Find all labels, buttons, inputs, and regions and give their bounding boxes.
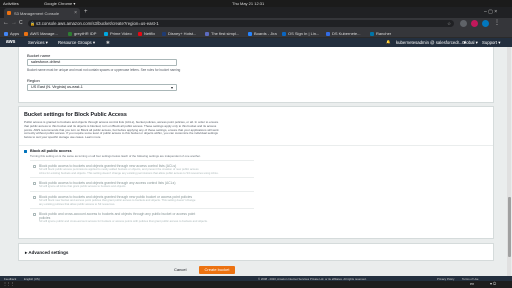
option-new-acls-checkbox[interactable] bbox=[33, 165, 36, 168]
bookmark-prime-video[interactable]: Prime Video bbox=[104, 30, 132, 37]
option-cross-account-checkbox[interactable] bbox=[33, 213, 36, 216]
option-new-policies-desc2: any existing policies that allow public … bbox=[39, 201, 116, 206]
address-bar[interactable]: 🔒 s3.console.aws.amazon.com/s3/bucket/cr… bbox=[28, 20, 454, 27]
bookmark-kubernetes[interactable]: DS Kubernete... bbox=[326, 30, 360, 37]
divider bbox=[30, 160, 254, 161]
bookmark-star-icon[interactable]: ☆ bbox=[447, 20, 451, 27]
option-cross-account-title: Block public and cross-account access to… bbox=[39, 212, 196, 216]
page-scrollbar[interactable] bbox=[507, 47, 511, 276]
option-cross-account-desc: S3 will ignore public and cross-account … bbox=[39, 219, 208, 223]
close-tab-icon[interactable]: × bbox=[74, 10, 77, 16]
bucket-name-value: salesforce-dr/test bbox=[31, 60, 61, 64]
cancel-button[interactable]: Cancel bbox=[174, 267, 186, 273]
create-bucket-button[interactable]: Create bucket bbox=[199, 266, 235, 274]
terms-of-use-link[interactable]: Terms of Use bbox=[462, 277, 478, 281]
advanced-settings-panel[interactable]: ▸ Advanced settings bbox=[18, 243, 494, 261]
bookmark-rancher[interactable]: Rancher bbox=[370, 30, 391, 37]
option-new-policies-checkbox[interactable] bbox=[33, 196, 36, 199]
feedback-link[interactable]: Feedback bbox=[4, 277, 16, 281]
option-new-acls-desc2: ACLs for existing buckets and objects. T… bbox=[39, 170, 219, 175]
os-dock: ⋮⋮⋮ en ▾ ⏻ bbox=[0, 281, 512, 288]
reload-icon[interactable]: C bbox=[19, 20, 23, 27]
block-public-access-panel: Bucket settings for Block Public Access … bbox=[18, 106, 494, 239]
app-menu[interactable]: Google Chrome ▾ bbox=[44, 1, 75, 6]
copyright-text: © 2008 - 2020, Amazon Internet Services … bbox=[258, 276, 367, 281]
bookmarks-bar: Apps AWS Manage... greytHR IDP Prime Vid… bbox=[0, 29, 512, 38]
region-select[interactable]: US East (N. Virginia) us-east-1 ▾ bbox=[27, 84, 177, 91]
section-title: Bucket settings for Block Public Access bbox=[24, 112, 127, 118]
privacy-policy-link[interactable]: Privacy Policy bbox=[437, 277, 454, 281]
option-any-acls-desc: S3 will ignore all ACLs that grant publi… bbox=[39, 184, 127, 188]
divider bbox=[30, 191, 254, 192]
bucket-name-help: Bucket name must be unique and must not … bbox=[27, 68, 181, 72]
app-grid-icon[interactable]: ⋮⋮⋮ bbox=[3, 282, 14, 287]
bucket-name-label: Bucket name bbox=[27, 53, 51, 58]
extension-icon[interactable] bbox=[460, 20, 467, 27]
clock[interactable]: Thu May 21 12:31 bbox=[232, 1, 264, 6]
divider bbox=[30, 208, 254, 209]
bookmark-greythr[interactable]: greytHR IDP bbox=[68, 30, 96, 37]
tab-title: S3 Management Console bbox=[14, 11, 60, 16]
block-all-label[interactable]: Block all public access bbox=[30, 149, 72, 153]
resource-groups-menu[interactable]: Resource Groups ▾ bbox=[58, 39, 95, 46]
bookmark-jira[interactable]: Boards - Jira bbox=[248, 30, 277, 37]
window-controls[interactable]: – ▢ × bbox=[484, 9, 497, 15]
lock-icon: 🔒 bbox=[30, 21, 35, 26]
tab-strip: S3 Management Console × + – ▢ × bbox=[0, 7, 512, 18]
bookmark-netflix[interactable]: Netflix bbox=[138, 30, 155, 37]
os-top-bar: Activities Google Chrome ▾ Thu May 21 12… bbox=[0, 0, 512, 7]
general-configuration-panel: Bucket name salesforce-dr/test Bucket na… bbox=[18, 47, 494, 103]
chevron-down-icon: ▾ bbox=[170, 85, 173, 90]
bookmark-first-simpl[interactable]: The first simpl... bbox=[205, 30, 239, 37]
region-value: US East (N. Virginia) us-east-1 bbox=[31, 85, 83, 89]
browser-toolbar: ← → C 🔒 s3.console.aws.amazon.com/s3/buc… bbox=[0, 18, 512, 29]
aws-console-header: aws Services ▾ Resource Groups ▾ ✱ 🔔 kub… bbox=[0, 38, 512, 47]
scrollbar-thumb[interactable] bbox=[507, 197, 511, 257]
pin-icon[interactable]: ✱ bbox=[106, 39, 110, 46]
activities-button[interactable]: Activities bbox=[3, 1, 19, 6]
new-tab-button[interactable]: + bbox=[84, 9, 88, 15]
url-text: s3.console.aws.amazon.com/s3/bucket/crea… bbox=[36, 21, 159, 26]
s3-favicon-icon bbox=[7, 11, 11, 15]
profile-avatar[interactable] bbox=[482, 20, 489, 27]
option-any-acls-checkbox[interactable] bbox=[33, 182, 36, 185]
bookmark-aws[interactable]: AWS Manage... bbox=[24, 30, 58, 37]
system-status[interactable]: ▾ ⏻ bbox=[490, 282, 496, 287]
block-all-desc: Turning this setting on is the same as t… bbox=[30, 154, 201, 158]
tab-s3-console[interactable]: S3 Management Console × bbox=[4, 8, 80, 18]
bookmark-apps[interactable]: Apps bbox=[4, 30, 19, 37]
browser-menu-icon[interactable]: ⋮ bbox=[494, 20, 500, 27]
region-label: Region bbox=[27, 78, 40, 83]
section-description: Public access is granted to buckets and … bbox=[24, 120, 219, 140]
divider bbox=[19, 145, 493, 146]
advanced-settings-toggle[interactable]: ▸ Advanced settings bbox=[25, 250, 68, 256]
back-icon[interactable]: ← bbox=[3, 20, 9, 27]
support-menu[interactable]: Support ▾ bbox=[482, 39, 500, 46]
extension-icon[interactable] bbox=[471, 20, 478, 27]
bookmark-hotstar[interactable]: Disney+ Hotst... bbox=[162, 30, 196, 37]
language-selector[interactable]: English (US) bbox=[24, 277, 40, 281]
account-menu[interactable]: kubernetesadmin @ salesforcedr... ▾ bbox=[396, 39, 466, 46]
notifications-icon[interactable]: 🔔 bbox=[386, 39, 390, 46]
forward-icon[interactable]: → bbox=[11, 20, 17, 27]
bucket-name-input[interactable]: salesforce-dr/test bbox=[27, 59, 177, 66]
keyboard-layout[interactable]: en bbox=[470, 282, 474, 287]
aws-logo[interactable]: aws bbox=[6, 39, 15, 46]
services-menu[interactable]: Services ▾ bbox=[28, 39, 48, 46]
region-menu[interactable]: Global ▾ bbox=[462, 39, 478, 46]
block-all-checkbox[interactable] bbox=[24, 150, 27, 153]
bookmark-os-sign-in[interactable]: OS Sign In | Lin... bbox=[282, 30, 319, 37]
divider bbox=[30, 177, 254, 178]
